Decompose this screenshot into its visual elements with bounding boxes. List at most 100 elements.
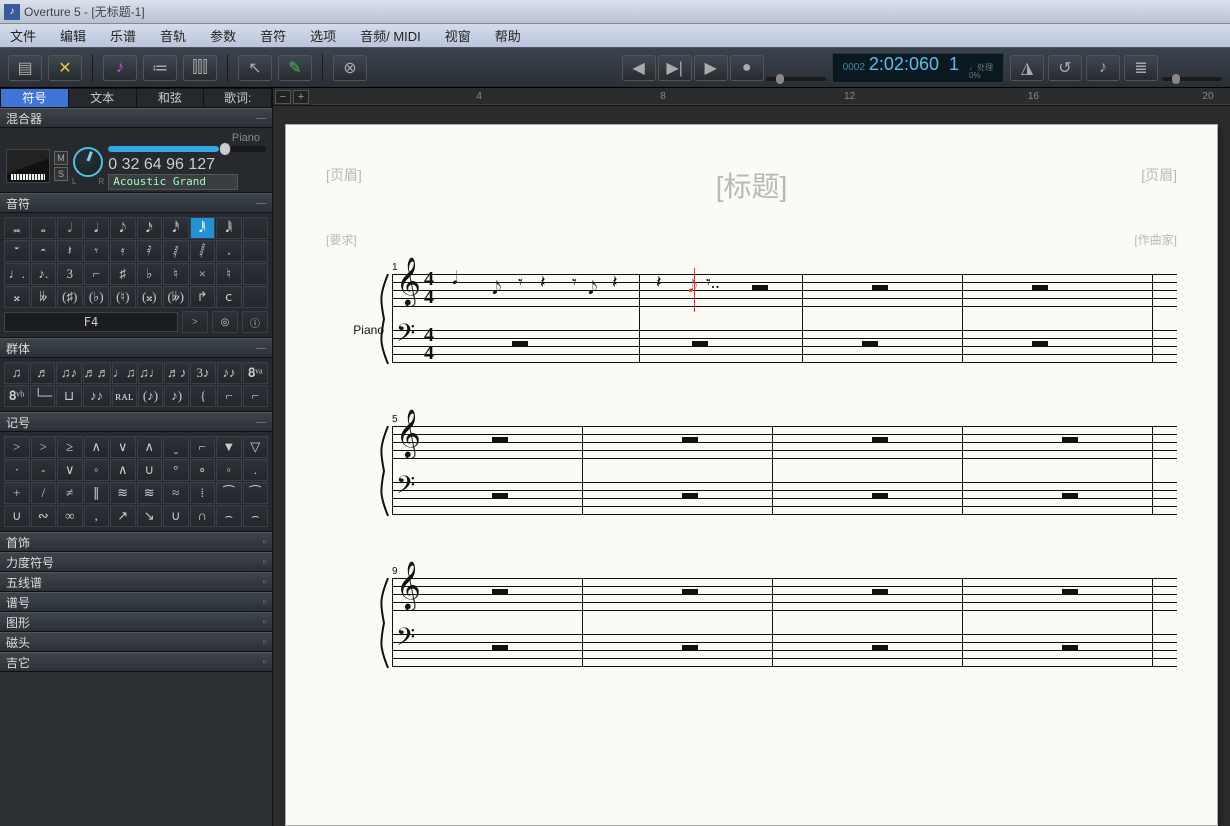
composer[interactable]: [作曲家] <box>1134 231 1177 248</box>
playhead[interactable] <box>694 268 695 312</box>
tab-lyric[interactable]: 歌词: <box>204 88 272 108</box>
symbol-cell[interactable]: ⌐ <box>84 263 110 285</box>
symbol-cell[interactable]: { <box>190 385 215 407</box>
symbol-cell[interactable]: (𝄫) <box>163 286 189 308</box>
symbol-cell[interactable]: ˬ <box>163 436 189 458</box>
symbol-cell[interactable]: 𝅘𝅥 <box>84 217 110 239</box>
symbol-cell[interactable]: ◦ <box>84 459 110 481</box>
rest[interactable]: 𝄽 <box>540 272 546 293</box>
menu-edit[interactable]: 编辑 <box>60 26 86 45</box>
symbol-cell[interactable] <box>243 240 269 262</box>
symbol-cell[interactable]: ° <box>163 459 189 481</box>
mute-button[interactable]: M <box>54 151 68 165</box>
score-page[interactable]: [页眉] [标题] [页眉] [要求] [作曲家] Piano1𝄞44𝅘𝅥𝅘𝅥𝅮… <box>285 124 1218 826</box>
play-button[interactable]: ▶ <box>694 55 728 81</box>
symbol-cell[interactable]: / <box>31 482 57 504</box>
collapse-icon[interactable]: — <box>256 198 266 209</box>
symbol-cell[interactable] <box>243 217 269 239</box>
collapsed-panel-head[interactable]: 磁头▫ <box>0 632 272 652</box>
collapse-icon[interactable]: — <box>256 417 266 428</box>
volume-slider[interactable] <box>108 146 266 152</box>
zoom-slider[interactable] <box>1162 77 1222 81</box>
symbol-cell[interactable]: ∧ <box>110 459 136 481</box>
pencil-tool[interactable]: ✎ <box>278 55 312 81</box>
symbol-cell[interactable]: ♫♩ <box>138 362 163 384</box>
symbol-cell[interactable]: ↘ <box>137 505 163 527</box>
collapse-icon[interactable]: — <box>256 113 266 124</box>
staffview-button[interactable]: ≣ <box>1124 55 1158 81</box>
symbol-cell[interactable]: ♪♪ <box>217 362 242 384</box>
zoom-out-button[interactable]: − <box>275 90 291 104</box>
cursor-note[interactable]: 𝅘𝅥𝅮 <box>688 276 697 297</box>
tools-button[interactable]: ✕ <box>48 55 82 81</box>
symbol-cell[interactable]: ⌢ <box>216 505 242 527</box>
symbol-cell[interactable]: 𝄪 <box>4 286 30 308</box>
staff[interactable]: 𝄢 <box>392 482 1177 514</box>
symbol-cell[interactable]: (𝄪) <box>137 286 163 308</box>
symbol-cell[interactable]: 𝅝 <box>31 217 57 239</box>
mixer-button[interactable]: ⫿⫿⫿ <box>183 55 217 81</box>
symbol-cell[interactable]: ♬♪ <box>164 362 189 384</box>
symbol-cell[interactable]: ♫ <box>4 362 29 384</box>
menu-track[interactable]: 音轨 <box>160 26 186 45</box>
symbol-cell[interactable]: ♭ <box>137 263 163 285</box>
symbol-cell[interactable]: 𝄽 <box>57 240 83 262</box>
menu-help[interactable]: 帮助 <box>495 26 521 45</box>
note[interactable]: 𝅘𝅥𝅮 <box>588 278 597 299</box>
symbol-cell[interactable]: (♪) <box>138 385 163 407</box>
rest[interactable]: 𝄽 <box>612 272 618 293</box>
menu-params[interactable]: 参数 <box>210 26 236 45</box>
rewind-button[interactable]: ◀ <box>622 55 656 81</box>
symbol-cell[interactable]: ♩. <box>4 263 30 285</box>
metronome-button[interactable]: ◮ <box>1010 55 1044 81</box>
symbol-cell[interactable]: ⌢ <box>243 505 269 527</box>
symbol-cell[interactable]: ∾ <box>31 505 57 527</box>
note-input[interactable] <box>4 312 178 332</box>
symbol-cell[interactable]: (♭) <box>84 286 110 308</box>
solo-button[interactable]: S <box>54 167 68 181</box>
symbol-cell[interactable]: ⌐ <box>243 385 268 407</box>
symbol-cell[interactable]: ♯ <box>110 263 136 285</box>
symbol-cell[interactable]: + <box>4 482 30 504</box>
symbol-cell[interactable]: 𝅃 <box>216 240 242 262</box>
header-left[interactable]: [页眉] <box>326 165 362 205</box>
symbol-cell[interactable]: 𝅗𝅥 <box>57 217 83 239</box>
symbol-cell[interactable]: ∧ <box>137 436 163 458</box>
staff[interactable]: 𝄞 <box>392 578 1177 610</box>
measure-ruler[interactable]: 4 8 12 16 20 <box>311 89 1230 105</box>
symbol-cell[interactable]: ♮ <box>163 263 189 285</box>
symbol-cell[interactable]: 𝅜 <box>4 217 30 239</box>
symbol-cell[interactable]: ⁀ <box>216 482 242 504</box>
list-button[interactable]: ≔ <box>143 55 177 81</box>
tab-text[interactable]: 文本 <box>69 88 137 108</box>
symbol-cell[interactable]: ♬ <box>30 362 55 384</box>
rest[interactable]: 𝄾 <box>572 272 577 293</box>
symbol-cell[interactable]: ∩ <box>190 505 216 527</box>
symbol-cell[interactable]: 𝅂 <box>190 240 216 262</box>
menu-audiomidi[interactable]: 音频/ MIDI <box>360 26 421 45</box>
symbol-cell[interactable]: ∨ <box>57 459 83 481</box>
symbol-cell[interactable]: ♮ <box>216 263 242 285</box>
symbol-cell[interactable]: ⁞ <box>190 482 216 504</box>
symbol-cell[interactable]: 𝅁 <box>163 240 189 262</box>
collapsed-panel-head[interactable]: 图形▫ <box>0 612 272 632</box>
symbol-cell[interactable]: · <box>4 459 30 481</box>
rest[interactable]: 𝄾 <box>518 272 523 293</box>
symbol-cell[interactable] <box>243 286 269 308</box>
menu-note[interactable]: 音符 <box>260 26 286 45</box>
pan-knob[interactable] <box>73 147 103 177</box>
tab-symbols[interactable]: 符号 <box>0 88 69 108</box>
symbol-cell[interactable]: ∥ <box>84 482 110 504</box>
symbol-cell[interactable]: ♩♫ <box>112 362 137 384</box>
header-right[interactable]: [页眉] <box>1141 165 1177 205</box>
symbol-cell[interactable]: 𝄫 <box>31 286 57 308</box>
symbol-cell[interactable]: 3 <box>57 263 83 285</box>
menu-score[interactable]: 乐谱 <box>110 26 136 45</box>
symbol-cell[interactable]: 𝅘𝅥𝅱 <box>190 217 216 239</box>
symbol-cell[interactable]: 𝅘𝅥𝅮 <box>110 217 136 239</box>
symbol-cell[interactable]: ≋ <box>110 482 136 504</box>
symbol-cell[interactable]: ♫♪ <box>56 362 81 384</box>
symbol-cell[interactable]: (♮) <box>110 286 136 308</box>
staff[interactable]: 𝄢 <box>392 634 1177 666</box>
note[interactable]: 𝅘𝅥 <box>452 268 458 289</box>
